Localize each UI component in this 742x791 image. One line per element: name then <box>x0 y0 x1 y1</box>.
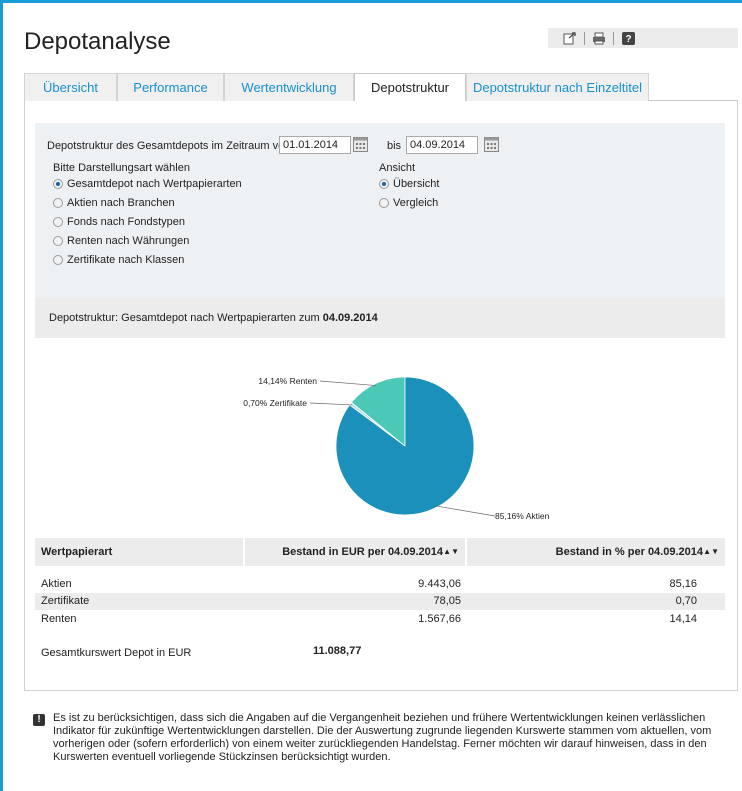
row-eur: 1.567,66 <box>418 613 461 625</box>
view-heading: Ansicht <box>379 162 416 174</box>
radio-label: Vergleich <box>393 197 439 209</box>
toolbar-divider <box>613 31 614 45</box>
radio-button[interactable] <box>53 198 63 208</box>
radio-label: Gesamtdepot nach Wertpapierarten <box>67 178 242 190</box>
radio-button[interactable] <box>53 179 63 189</box>
warning-icon: ! <box>33 714 45 726</box>
row-name: Aktien <box>41 578 72 590</box>
radio-label: Aktien nach Branchen <box>67 197 175 209</box>
radio-button[interactable] <box>379 198 389 208</box>
tab-wertentwicklung[interactable]: Wertentwicklung <box>224 73 354 101</box>
from-date-input[interactable]: 01.01.2014 <box>279 136 351 154</box>
table-row: Aktien 9.443,06 85,16 <box>35 576 725 593</box>
pie-label: 14,14% Renten <box>258 376 317 386</box>
radio-button[interactable] <box>53 255 63 265</box>
table-header: Wertpapierart Bestand in EUR per 04.09.2… <box>35 538 725 566</box>
radio-view-vergleich[interactable]: Vergleich <box>379 197 438 209</box>
to-date-input[interactable]: 04.09.2014 <box>406 136 478 154</box>
sort-arrows-icon[interactable]: ▲▼ <box>443 538 459 566</box>
radio-label: Renten nach Währungen <box>67 235 190 247</box>
total-label: Gesamtkurswert Depot in EUR <box>41 647 192 659</box>
pie-chart: 14,14% Renten 0,70% Zertifikate 85,16% Akt… <box>243 376 550 521</box>
row-name: Renten <box>41 613 77 625</box>
calendar-icon[interactable] <box>484 137 499 152</box>
radio-label: Übersicht <box>393 178 440 190</box>
range-label: Depotstruktur des Gesamtdepots im Zeitra… <box>47 140 291 152</box>
row-eur: 9.443,06 <box>418 578 461 590</box>
column-header-bestand-eur[interactable]: Bestand in EUR per 04.09.2014 ▲▼ <box>245 538 465 566</box>
print-icon[interactable] <box>591 31 607 45</box>
total-value: 11.088,77 <box>313 645 362 657</box>
radio-button[interactable] <box>53 236 63 246</box>
tab-bar: Übersicht Performance Wertentwicklung De… <box>24 73 738 102</box>
tab-depotstruktur[interactable]: Depotstruktur <box>354 73 466 102</box>
radio-label: Zertifikate nach Klassen <box>67 254 185 266</box>
pie-label: 0,70% Zertifikate <box>243 398 307 408</box>
filter-area: Depotstruktur des Gesamtdepots im Zeitra… <box>35 123 725 298</box>
summary-prefix: Depotstruktur: Gesamtdepot nach Wertpapi… <box>49 312 323 324</box>
to-label: bis <box>387 140 402 152</box>
disclaimer-text: Es ist zu berücksichtigen, dass sich die… <box>53 712 712 763</box>
row-pct: 0,70 <box>675 595 697 607</box>
table-row: Zertifikate 78,05 0,70 <box>35 593 725 610</box>
sort-arrows-icon[interactable]: ▲▼ <box>703 538 719 566</box>
svg-text:?: ? <box>625 34 631 45</box>
content-panel: Depotstruktur des Gesamtdepots im Zeitra… <box>24 101 738 691</box>
calendar-icon[interactable] <box>353 137 368 152</box>
tab-depotstruktur-einzeltitel[interactable]: Depotstruktur nach Einzeltitel <box>466 73 649 101</box>
pie-leader-line <box>435 505 496 517</box>
radio-zertifikate-klassen[interactable]: Zertifikate nach Klassen <box>53 254 184 266</box>
radio-view-uebersicht[interactable]: Übersicht <box>379 178 439 190</box>
summary-bar: Depotstruktur: Gesamtdepot nach Wertpapi… <box>35 298 725 338</box>
summary-date: 04.09.2014 <box>322 312 378 324</box>
pie-leader-line <box>319 380 377 386</box>
column-header-bestand-pct[interactable]: Bestand in % per 04.09.2014 ▲▼ <box>467 538 725 566</box>
table-row: Renten 1.567,66 14,14 <box>35 611 725 628</box>
radio-button[interactable] <box>379 179 389 189</box>
tab-performance[interactable]: Performance <box>117 73 224 101</box>
radio-label: Fonds nach Fondstypen <box>67 216 186 228</box>
radio-gesamtdepot[interactable]: Gesamtdepot nach Wertpapierarten <box>53 178 242 190</box>
toolbar-divider <box>584 31 585 45</box>
radio-fonds-fondstypen[interactable]: Fonds nach Fondstypen <box>53 216 185 228</box>
radio-aktien-branchen[interactable]: Aktien nach Branchen <box>53 197 175 209</box>
toolbar: ? <box>548 28 738 48</box>
column-header-label: Bestand in % per 04.09.2014 <box>555 546 703 558</box>
tab-uebersicht[interactable]: Übersicht <box>24 73 117 101</box>
row-pct: 85,16 <box>669 578 697 590</box>
page-title: Depotanalyse <box>24 28 171 55</box>
help-icon[interactable]: ? <box>620 31 636 45</box>
column-header-wertpapierart: Wertpapierart <box>35 538 243 566</box>
export-icon[interactable] <box>562 31 578 45</box>
radio-button[interactable] <box>53 217 63 227</box>
type-heading: Bitte Darstellungsart wählen <box>53 162 190 174</box>
pie-leader-line <box>309 402 353 406</box>
column-header-label: Bestand in EUR per 04.09.2014 <box>282 546 443 558</box>
radio-renten-waehrungen[interactable]: Renten nach Währungen <box>53 235 189 247</box>
row-pct: 14,14 <box>669 613 697 625</box>
row-name: Zertifikate <box>41 595 90 607</box>
pie-label: 85,16% Aktien <box>495 511 550 521</box>
row-eur: 78,05 <box>433 595 461 607</box>
